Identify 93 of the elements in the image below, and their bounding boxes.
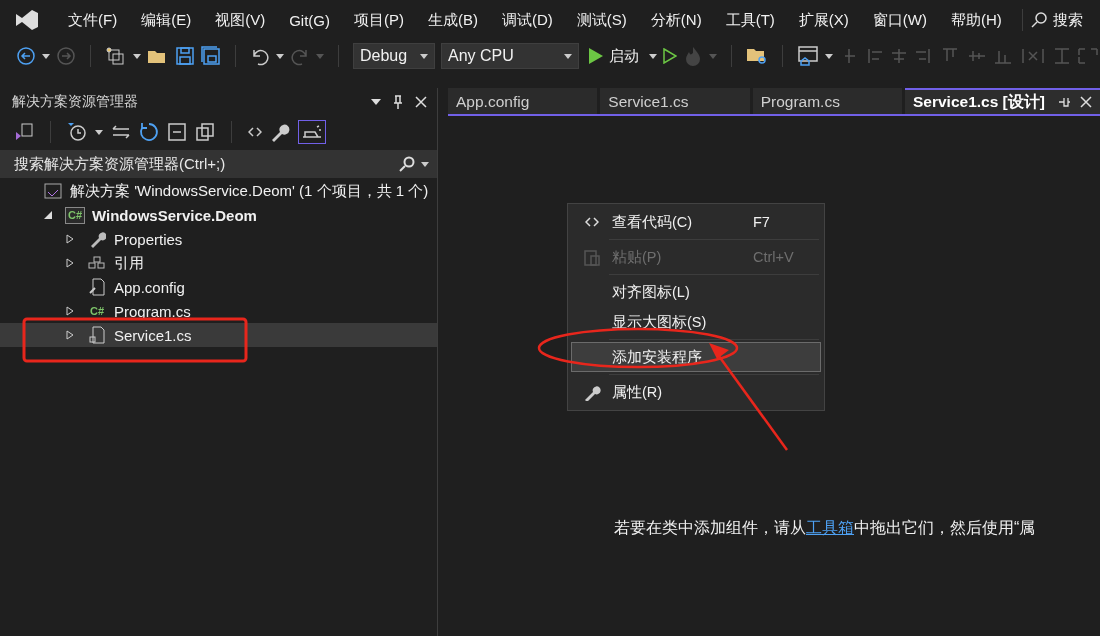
component-file-icon — [88, 326, 106, 344]
search-field[interactable]: 搜索解决方案资源管理器(Ctrl+;) — [0, 150, 437, 178]
tree-item[interactable]: C# WindowsService.Deom — [0, 203, 437, 227]
platform-dropdown[interactable]: Any CPU — [441, 43, 579, 69]
menu-item[interactable]: 属性(R) — [571, 377, 821, 407]
wrench-icon — [583, 383, 601, 401]
editor-tab[interactable]: App.config — [448, 88, 598, 114]
configuration-dropdown[interactable]: Debug — [353, 43, 435, 69]
history-icon[interactable] — [67, 122, 87, 142]
menu-item[interactable]: 分析(N) — [638, 10, 714, 30]
tree-label: Service1.cs — [114, 326, 192, 344]
vs-properties-icon[interactable] — [14, 122, 34, 142]
tree-item[interactable]: Properties — [0, 227, 437, 251]
csharp-project-icon: C# — [64, 206, 86, 224]
play-outline-icon[interactable] — [663, 48, 677, 64]
menu-item[interactable]: 文件(F) — [56, 10, 130, 30]
menu-item[interactable]: Git(G) — [277, 11, 342, 29]
menu-item[interactable]: 工具(T) — [713, 10, 787, 30]
csharp-file-icon: C# — [87, 303, 107, 319]
code-icon — [585, 217, 599, 227]
new-item-icon[interactable] — [105, 46, 127, 66]
menu-item[interactable]: 视图(V) — [203, 10, 278, 30]
save-icon[interactable] — [175, 46, 195, 66]
caret-icon[interactable] — [42, 53, 50, 59]
dropdown-icon[interactable] — [371, 99, 381, 105]
toolbox-link[interactable]: 工具箱 — [806, 519, 854, 536]
menu-item[interactable]: 查看代码(C) F7 — [571, 207, 821, 237]
config-file-icon — [88, 278, 106, 296]
collapsed-arrow-icon[interactable] — [66, 234, 74, 244]
editor-tab[interactable]: Service1.cs [设计] — [905, 88, 1100, 114]
caret-icon[interactable] — [825, 53, 833, 59]
designer-hint: 若要在类中添加组件，请从工具箱中拖出它们，然后使用“属 — [614, 518, 1036, 538]
menu-item[interactable]: 对齐图标(L) — [571, 277, 821, 307]
menu-item[interactable]: 添加安装程序 — [571, 342, 821, 372]
search-icon — [1030, 12, 1047, 28]
pin-icon[interactable] — [393, 95, 403, 109]
caret-icon[interactable] — [95, 129, 103, 135]
tree-label: WindowsService.Deom — [92, 206, 257, 224]
collapsed-arrow-icon[interactable] — [66, 306, 74, 316]
save-all-icon[interactable] — [201, 46, 221, 66]
menu-item[interactable]: 调试(D) — [490, 10, 565, 30]
caret-icon[interactable] — [649, 53, 657, 59]
caret-icon[interactable] — [564, 53, 572, 59]
editor-tab[interactable]: Service1.cs — [600, 88, 750, 114]
menu-item[interactable]: 帮助(H) — [938, 10, 1014, 30]
tree-item[interactable]: 引用 — [0, 251, 437, 275]
refresh-icon[interactable] — [139, 122, 159, 142]
preview-icon — [302, 125, 322, 139]
menu-item[interactable]: 生成(B) — [416, 10, 490, 30]
wrench-icon[interactable] — [270, 122, 290, 142]
caret-icon[interactable] — [133, 53, 141, 59]
menu-item[interactable]: 测试(S) — [564, 10, 639, 30]
tree-item[interactable]: Service1.cs — [0, 323, 437, 347]
back-icon[interactable] — [16, 46, 36, 66]
caret-icon[interactable] — [420, 53, 428, 59]
tree-item[interactable]: App.config — [0, 275, 437, 299]
tree-label: Properties — [114, 230, 183, 248]
tree-label: 引用 — [114, 253, 144, 273]
tree-item[interactable]: 解决方案 'WindowsService.Deom' (1 个项目，共 1 个) — [0, 179, 437, 203]
clipboard-icon — [584, 248, 600, 266]
search-icon — [399, 156, 415, 172]
menu-item[interactable]: 编辑(E) — [129, 10, 204, 30]
sync-arrows-icon[interactable] — [111, 124, 131, 140]
collapse-all-icon[interactable] — [167, 122, 187, 142]
expanded-arrow-icon[interactable] — [44, 211, 52, 219]
folder-search-icon[interactable] — [746, 46, 768, 66]
play-icon — [589, 48, 603, 64]
tree-label: 解决方案 'WindowsService.Deom' (1 个项目，共 1 个) — [70, 181, 429, 201]
logo-icon[interactable] — [14, 8, 40, 32]
window-home-icon[interactable] — [797, 45, 819, 67]
menu-item[interactable]: 扩展(X) — [786, 10, 861, 30]
pin-icon[interactable] — [1058, 97, 1070, 107]
tree-item[interactable]: C# Program.cs — [0, 299, 437, 323]
preview-toggle[interactable] — [298, 120, 326, 144]
solution-icon — [44, 182, 62, 200]
caret-icon[interactable] — [421, 161, 429, 167]
menu-item[interactable]: 窗口(W) — [860, 10, 939, 30]
editor-tab[interactable]: Program.cs — [752, 88, 902, 114]
search-button[interactable]: 搜索 — [1030, 10, 1083, 30]
start-button[interactable]: 启动 — [585, 46, 643, 66]
menu-item[interactable]: 项目(P) — [342, 10, 416, 30]
collapsed-arrow-icon[interactable] — [66, 258, 74, 268]
menu-item[interactable]: 显示大图标(S) — [571, 307, 821, 337]
tree-label: App.config — [114, 278, 185, 296]
code-icon[interactable] — [248, 127, 262, 137]
caret-icon[interactable] — [276, 53, 284, 59]
collapsed-arrow-icon[interactable] — [66, 330, 74, 340]
tree-label: Program.cs — [114, 302, 191, 320]
close-icon[interactable] — [415, 96, 427, 108]
references-icon — [88, 254, 106, 272]
close-icon[interactable] — [1080, 96, 1092, 108]
copy-windows-icon[interactable] — [195, 122, 215, 142]
panel-title: 解决方案资源管理器 — [12, 93, 138, 111]
